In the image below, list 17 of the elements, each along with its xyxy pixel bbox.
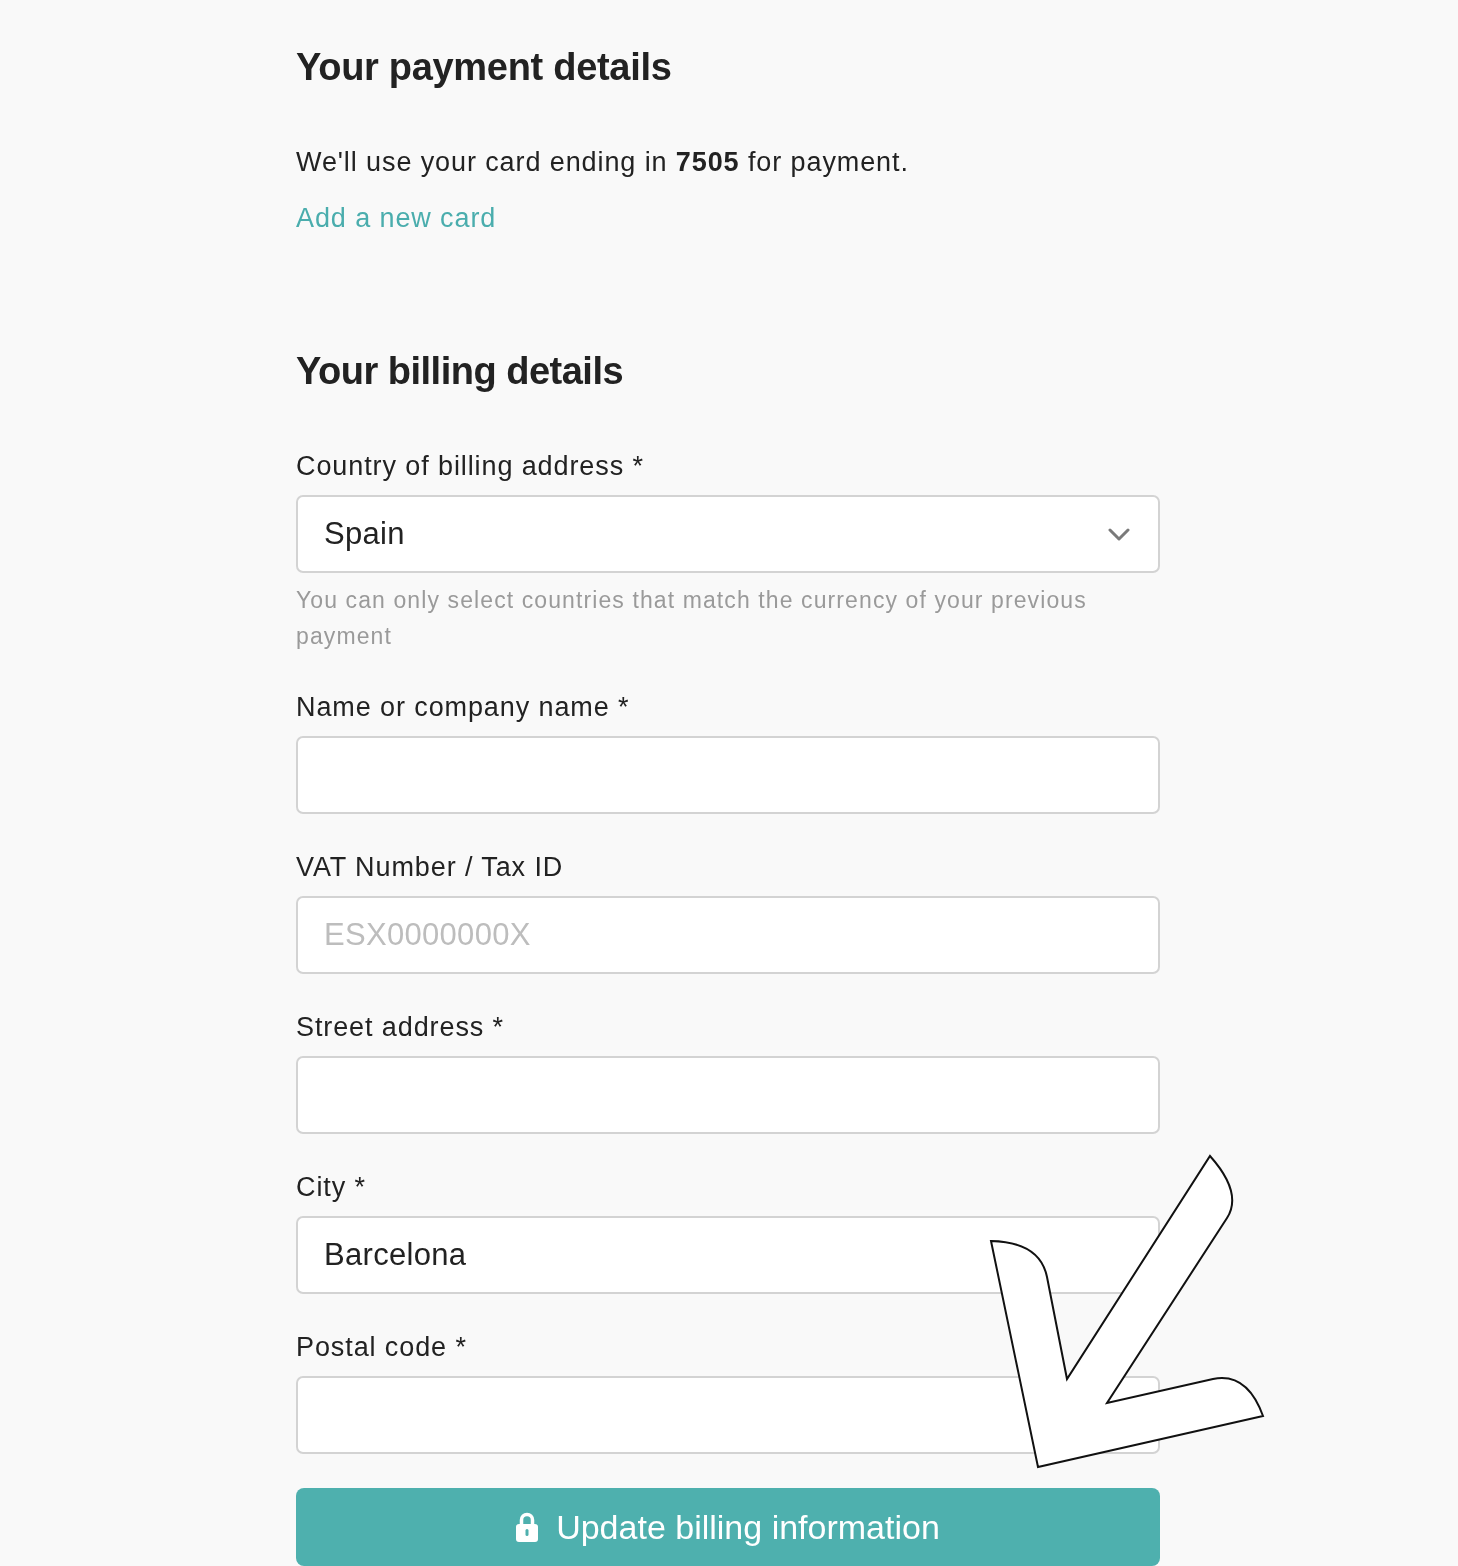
field-label: Street address * xyxy=(296,1011,505,1044)
section-heading: Your billing details xyxy=(296,349,624,394)
section-heading: Your payment details xyxy=(296,45,672,90)
field-label: Postal code * xyxy=(296,1331,468,1364)
text-field[interactable]: ESX0000000X xyxy=(296,896,1160,974)
dropdown-field[interactable]: Spain xyxy=(296,495,1160,573)
card-info-text: We'll use your card ending in 7505 for payment. xyxy=(296,146,909,179)
lock-icon xyxy=(516,1512,539,1542)
text-field[interactable] xyxy=(296,1056,1160,1134)
field-label: VAT Number / Tax ID xyxy=(296,851,565,884)
field-label: Name or company name * xyxy=(296,691,631,724)
chevron-down-icon xyxy=(1108,527,1130,541)
field-hint: You can only select countries that match the currency of your previous payment xyxy=(296,586,1088,651)
text-field[interactable]: Barcelona xyxy=(296,1216,1160,1294)
field-label: Country of billing address * xyxy=(296,450,645,483)
field-label: City * xyxy=(296,1171,367,1204)
text-field[interactable] xyxy=(296,736,1160,814)
